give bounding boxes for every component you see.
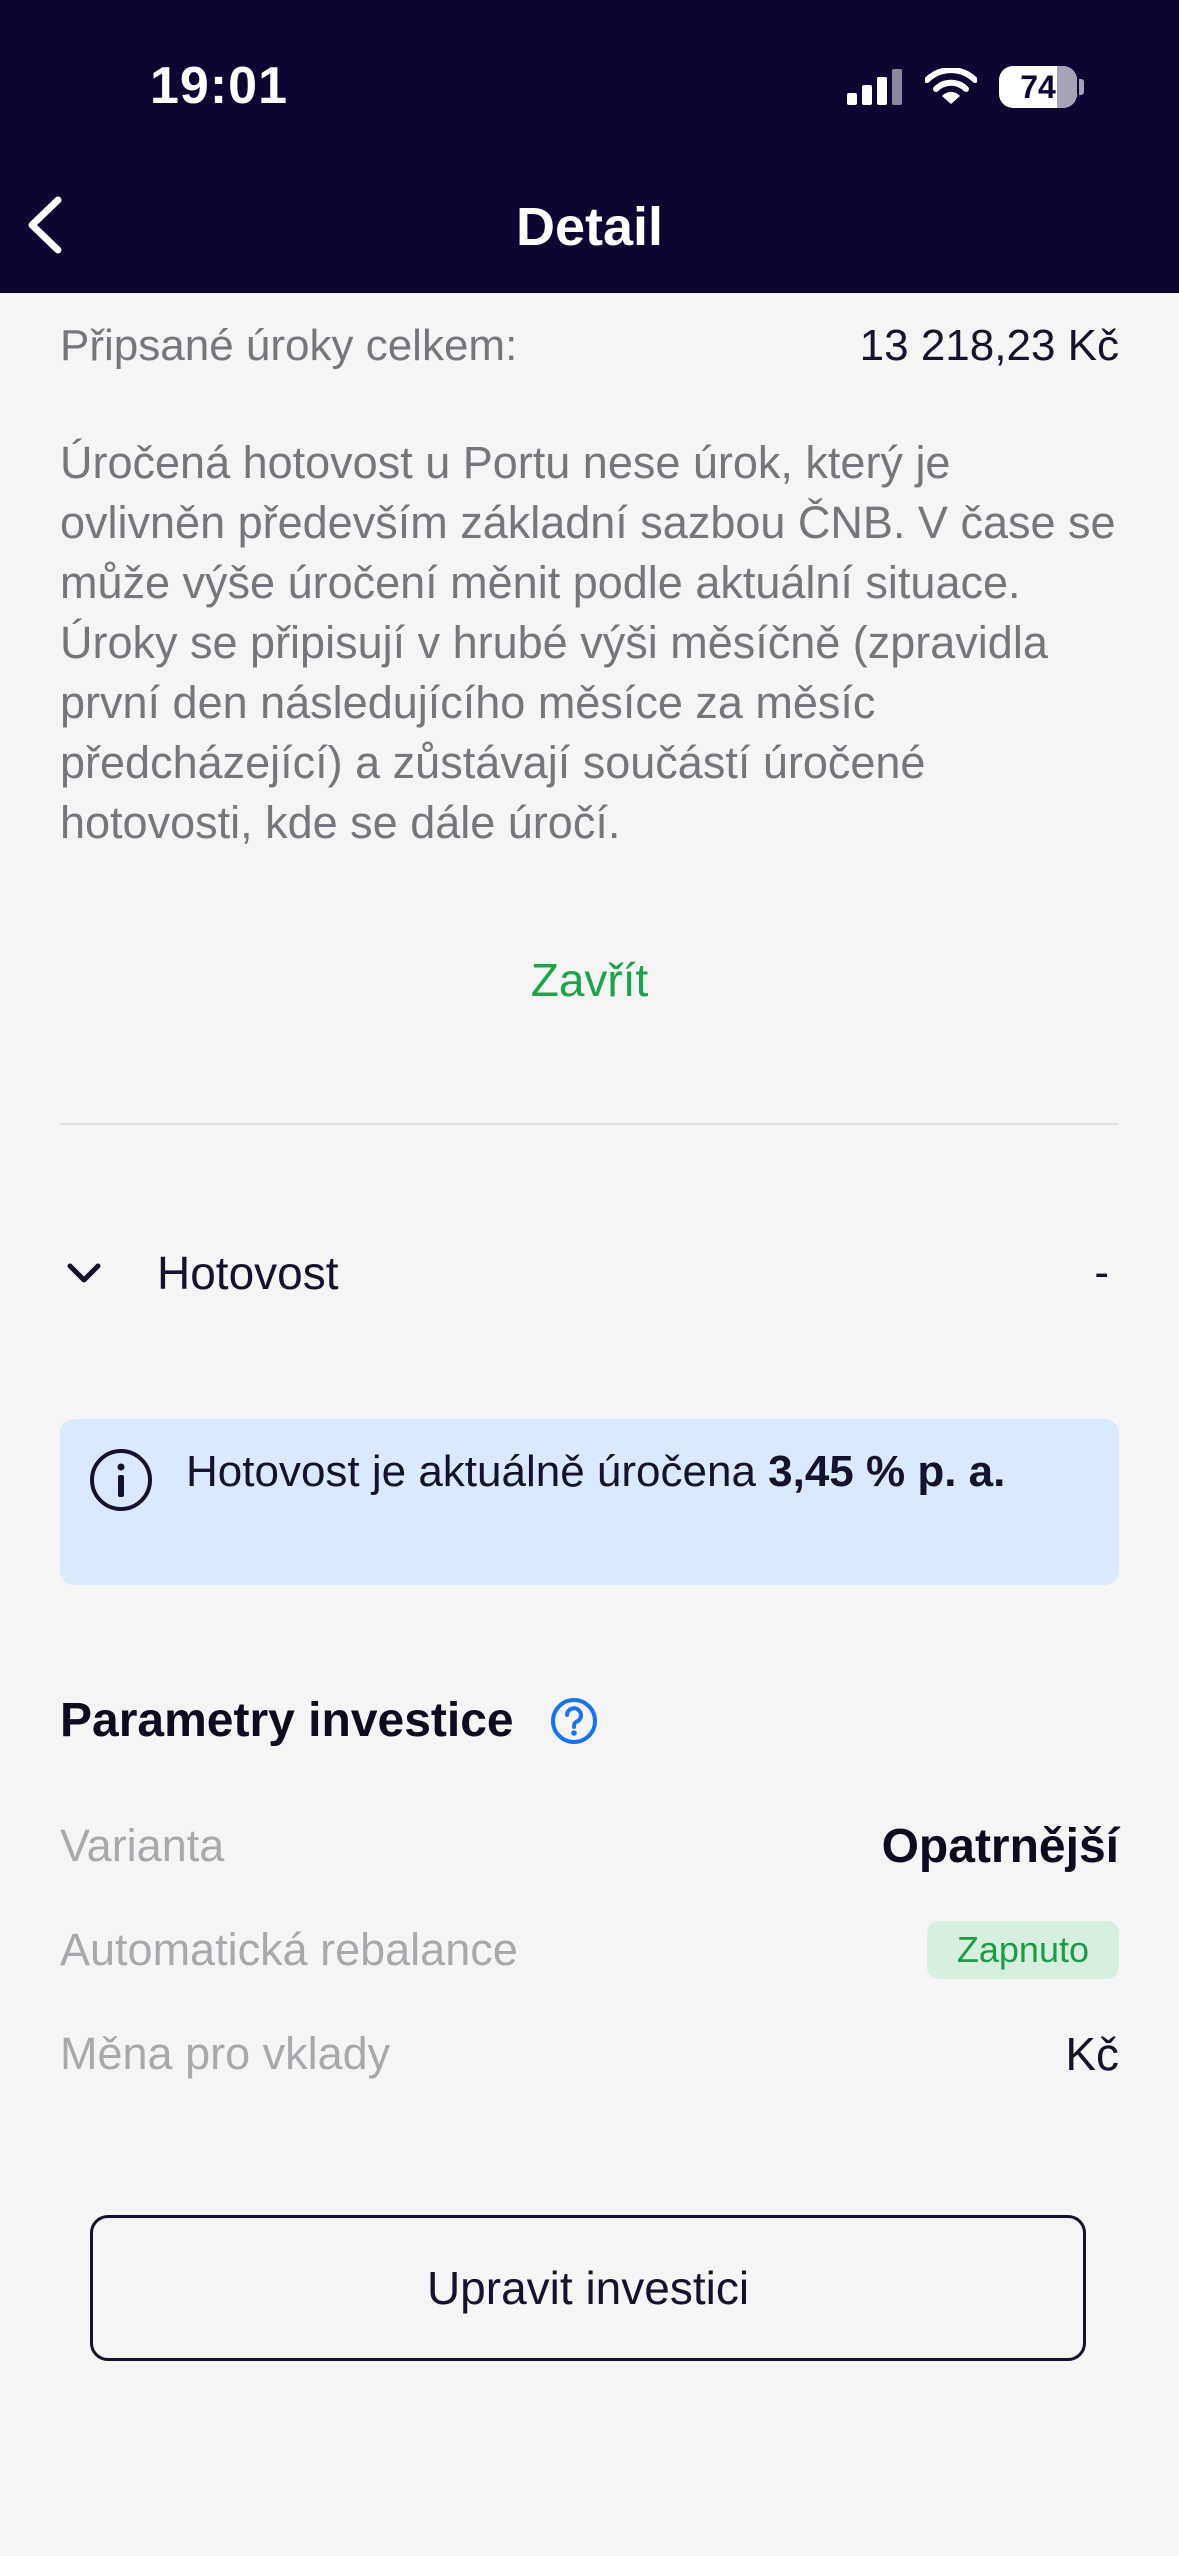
interest-rate-value: 3,45 % p. a. xyxy=(768,1447,1006,1496)
rebalance-label: Automatická rebalance xyxy=(60,1924,518,1975)
currency-label: Měna pro vklady xyxy=(60,2028,391,2079)
wifi-icon xyxy=(925,68,977,104)
cash-left: Hotovost xyxy=(60,1246,339,1300)
interest-total-label: Připsané úroky celkem: xyxy=(60,321,518,370)
status-icons: 74 xyxy=(847,62,1084,112)
chevron-down-icon xyxy=(67,1263,101,1283)
rebalance-row: Automatická rebalance Zapnuto xyxy=(60,1915,1119,1985)
status-time: 19:01 xyxy=(150,57,288,115)
cash-label: Hotovost xyxy=(157,1247,339,1299)
interest-rate-info-box: Hotovost je aktuálně úročena 3,45 % p. a… xyxy=(60,1419,1119,1585)
currency-value: Kč xyxy=(1065,2028,1119,2080)
battery-icon: 74 xyxy=(999,66,1077,108)
divider xyxy=(60,1123,1119,1125)
cellular-signal-icon xyxy=(847,69,902,105)
variant-row: Varianta Opatrnější xyxy=(60,1811,1119,1881)
interest-total-row: Připsané úroky celkem: 13 218,23 Kč xyxy=(60,321,1119,371)
interest-total-value: 13 218,23 Kč xyxy=(859,321,1119,370)
rebalance-status-badge: Zapnuto xyxy=(926,1921,1119,1979)
cash-value: - xyxy=(1094,1248,1109,1297)
edit-investment-label: Upravit investici xyxy=(426,2262,750,2314)
top-bar: 19:01 74 Detail xyxy=(0,0,1179,293)
interest-rate-prefix: Hotovost je aktuálně úročena xyxy=(186,1447,769,1496)
edit-investment-button[interactable]: Upravit investici xyxy=(90,2215,1086,2361)
battery-level: 74 xyxy=(1020,68,1056,105)
section-title-text: Parametry investice xyxy=(60,1694,514,1747)
cash-expand-row[interactable]: Hotovost - xyxy=(60,1233,1119,1313)
battery-tip xyxy=(1079,79,1084,95)
info-icon xyxy=(90,1449,152,1511)
currency-row: Měna pro vklady Kč xyxy=(60,2019,1119,2089)
interest-rate-text: Hotovost je aktuálně úročena 3,45 % p. a… xyxy=(186,1441,1079,1503)
interest-description: Úročená hotovost u Portu nese úrok, kter… xyxy=(60,437,1116,848)
close-link[interactable]: Zavřít xyxy=(60,953,1119,1007)
variant-value: Opatrnější xyxy=(881,1819,1119,1873)
variant-label: Varianta xyxy=(60,1820,225,1871)
page-title: Detail xyxy=(515,197,664,257)
question-mark-icon[interactable] xyxy=(550,1697,598,1745)
investment-parameters-title: Parametry investice xyxy=(60,1693,598,1748)
